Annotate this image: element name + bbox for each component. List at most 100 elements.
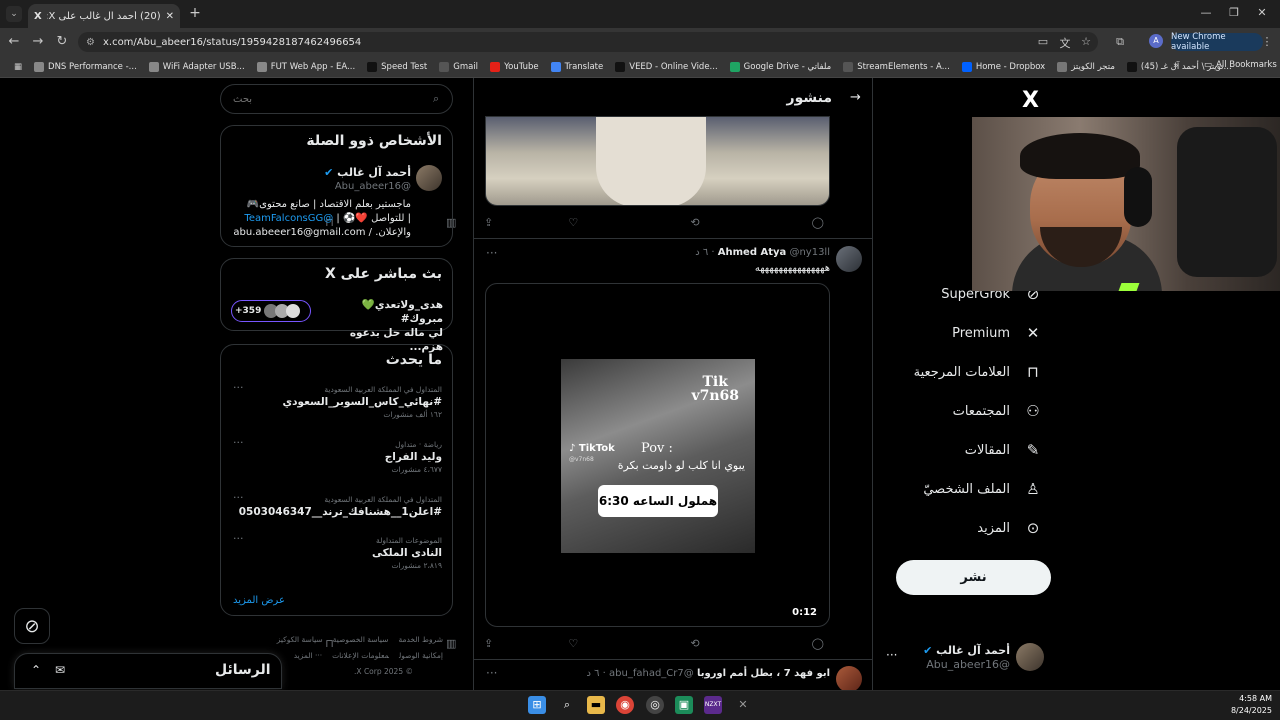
all-bookmarks[interactable]: ▭ All Bookmarks bbox=[1198, 60, 1280, 70]
trend-more-icon[interactable]: ··· bbox=[233, 436, 244, 449]
new-tab-button[interactable]: + bbox=[188, 6, 202, 20]
expand-up-icon[interactable]: ⌃ bbox=[31, 663, 41, 677]
file-explorer-icon[interactable]: ▬ bbox=[587, 696, 605, 714]
taskbar-search-icon[interactable]: ⌕ bbox=[558, 696, 576, 714]
tab-search-icon[interactable]: ⌄ bbox=[6, 6, 22, 22]
retweet-icon[interactable]: ⟲ bbox=[690, 637, 699, 650]
related-name[interactable]: أحمد آل غالب ✔ bbox=[281, 166, 411, 179]
trend-item[interactable]: الموضوعات المتداولة النادى الملكى ٢،٨١٩ من… bbox=[232, 536, 442, 570]
reply2-more-icon[interactable]: ··· bbox=[486, 666, 497, 680]
app-icon-2[interactable]: NZXT bbox=[704, 696, 722, 714]
reply-icon[interactable]: ◯ bbox=[812, 637, 824, 650]
app-icon-3[interactable]: ✕ bbox=[734, 696, 752, 714]
trend-item[interactable]: رياضة · متداول وليد الفراج ٤،٦٧٧ منشورات bbox=[232, 440, 442, 474]
reply2-avatar[interactable] bbox=[836, 666, 862, 690]
reply-more-icon[interactable]: ··· bbox=[486, 246, 497, 260]
bio-mention-link[interactable]: @TeamFalconsGG bbox=[244, 213, 333, 224]
account-avatar[interactable] bbox=[1016, 643, 1044, 671]
minimize-icon[interactable]: — bbox=[1198, 6, 1214, 19]
reply-time[interactable]: ٦ د bbox=[695, 247, 708, 258]
restore-icon[interactable]: ❐ bbox=[1226, 6, 1242, 19]
account-more-icon[interactable]: ··· bbox=[886, 648, 897, 662]
bookmark-favicon-icon bbox=[439, 61, 450, 72]
reload-icon[interactable]: ↻ bbox=[54, 34, 70, 49]
reply-icon[interactable]: ◯ bbox=[812, 216, 824, 229]
star-icon[interactable]: ☆ bbox=[1079, 35, 1093, 48]
nav-item[interactable]: المقالات ✎ bbox=[965, 441, 1042, 459]
nav-item[interactable]: المزيد ⊙ bbox=[977, 519, 1042, 537]
account-name[interactable]: أحمد آل غالب ✔ bbox=[900, 644, 1010, 657]
messages-drawer[interactable]: ⌃ ✉ الرسائل bbox=[14, 653, 282, 689]
forward-icon[interactable]: → bbox=[30, 34, 46, 49]
footer-link[interactable]: معلومات الإعلانات bbox=[332, 651, 389, 660]
share-icon[interactable]: ⇪ bbox=[484, 216, 493, 229]
menu-icon[interactable]: ⋮ bbox=[1260, 35, 1274, 48]
obs-icon[interactable]: ◎ bbox=[646, 696, 664, 714]
top-video[interactable] bbox=[485, 116, 830, 206]
reply-handle[interactable]: @ny13ll bbox=[789, 247, 830, 258]
reply-video[interactable]: Tik v7n68 ♪ TikTok @v7n68 Pov : يبوي انا … bbox=[485, 283, 830, 627]
app-icon[interactable]: ▣ bbox=[675, 696, 693, 714]
site-info-icon[interactable]: ⚙ bbox=[86, 37, 95, 48]
post-button[interactable]: نشر bbox=[896, 560, 1051, 595]
nav-item[interactable]: Premium ✕ bbox=[952, 324, 1042, 342]
start-icon[interactable]: ⊞ bbox=[528, 696, 546, 714]
clock[interactable]: 4:58 AM 8/24/2025 bbox=[1222, 693, 1272, 717]
browser-tab[interactable]: X (20) أحمد آل غالب على X: "المؤم ✕ bbox=[28, 4, 180, 28]
more-bookmarks-icon[interactable]: » bbox=[1173, 61, 1179, 71]
grok-icon[interactable]: ⊘ bbox=[14, 608, 50, 644]
apps-icon[interactable]: ▦ bbox=[8, 62, 28, 72]
footer-link[interactable]: شروط الخدمة bbox=[398, 635, 443, 644]
bookmark-item[interactable]: VEED - Online Vide... bbox=[609, 61, 723, 72]
new-chrome-button[interactable]: New Chrome available bbox=[1171, 32, 1263, 52]
bookmark-item[interactable]: Home - Dropbox bbox=[956, 61, 1051, 72]
related-avatar[interactable] bbox=[416, 165, 442, 191]
new-message-icon[interactable]: ✉ bbox=[55, 663, 65, 677]
reply-name[interactable]: Ahmed Atya bbox=[718, 247, 787, 258]
bookmark-item[interactable]: YouTube bbox=[484, 61, 545, 72]
footer-link[interactable]: ··· المزيد bbox=[294, 651, 322, 660]
trend-more-icon[interactable]: ··· bbox=[233, 491, 244, 504]
bookmark-item[interactable]: Google Drive - ملفاتي bbox=[724, 61, 838, 72]
like-icon[interactable]: ♡ bbox=[568, 216, 578, 229]
bookmark-item[interactable]: WiFi Adapter USB... bbox=[143, 61, 251, 72]
extensions-icon[interactable]: ⧉ bbox=[1113, 35, 1127, 49]
back-arrow-icon[interactable]: → bbox=[850, 90, 861, 105]
trend-more-icon[interactable]: ··· bbox=[233, 381, 244, 394]
live-listeners[interactable]: +359 bbox=[231, 300, 311, 322]
reply2-name[interactable]: ابو فهد 7 ، بطل أمم اوروبا bbox=[697, 668, 830, 679]
trend-more-icon[interactable]: ··· bbox=[233, 532, 244, 545]
close-window-icon[interactable]: ✕ bbox=[1254, 6, 1270, 19]
cast-icon[interactable]: ▭ bbox=[1036, 35, 1050, 48]
profile-avatar[interactable]: A bbox=[1149, 34, 1163, 48]
bookmark-item[interactable]: StreamElements - A... bbox=[837, 61, 956, 72]
search-box[interactable]: ⌕ bbox=[220, 84, 453, 114]
nav-item[interactable]: العلامات المرجعية ⊓ bbox=[914, 363, 1042, 381]
search-input[interactable] bbox=[233, 90, 423, 108]
close-tab-icon[interactable]: ✕ bbox=[166, 11, 174, 22]
trend-item[interactable]: المتداول في المملكة العربية السعودية #اعل… bbox=[232, 495, 442, 520]
footer-link[interactable]: سياسة الكوكيز bbox=[277, 635, 323, 644]
bookmark-item[interactable]: Speed Test bbox=[361, 61, 433, 72]
translate-icon[interactable]: 文 bbox=[1058, 35, 1072, 51]
like-icon[interactable]: ♡ bbox=[568, 637, 578, 650]
bookmark-item[interactable]: متجر الكويتز bbox=[1051, 61, 1121, 72]
show-more-link[interactable]: عرض المزيد bbox=[233, 595, 285, 606]
back-icon[interactable]: ← bbox=[6, 34, 22, 49]
nav-item[interactable]: الملف الشخصيّ ♙ bbox=[923, 480, 1042, 498]
x-logo-icon[interactable]: X bbox=[1022, 88, 1039, 113]
views-icon[interactable]: ▥ bbox=[446, 637, 456, 650]
reply-avatar[interactable] bbox=[836, 246, 862, 272]
bookmark-item[interactable]: Translate bbox=[545, 61, 610, 72]
share-icon[interactable]: ⇪ bbox=[484, 637, 493, 650]
bookmark-item[interactable]: Gmail bbox=[433, 61, 484, 72]
chrome-icon[interactable]: ◉ bbox=[616, 696, 634, 714]
footer-link[interactable]: إمكانية الوصول bbox=[399, 651, 443, 660]
bookmark-item[interactable]: DNS Performance -... bbox=[28, 61, 143, 72]
nav-item[interactable]: المجتمعات ⚇ bbox=[953, 402, 1042, 420]
footer-link[interactable]: سياسة الخصوصية bbox=[333, 635, 389, 644]
trend-item[interactable]: المتداول في المملكة العربية السعودية #نها… bbox=[232, 385, 443, 419]
retweet-icon[interactable]: ⟲ bbox=[690, 216, 699, 229]
bookmark-item[interactable]: FUT Web App - EA... bbox=[251, 61, 361, 72]
address-bar[interactable]: ⚙ x.com/Abu_abeer16/status/1959428187462… bbox=[78, 32, 1098, 52]
